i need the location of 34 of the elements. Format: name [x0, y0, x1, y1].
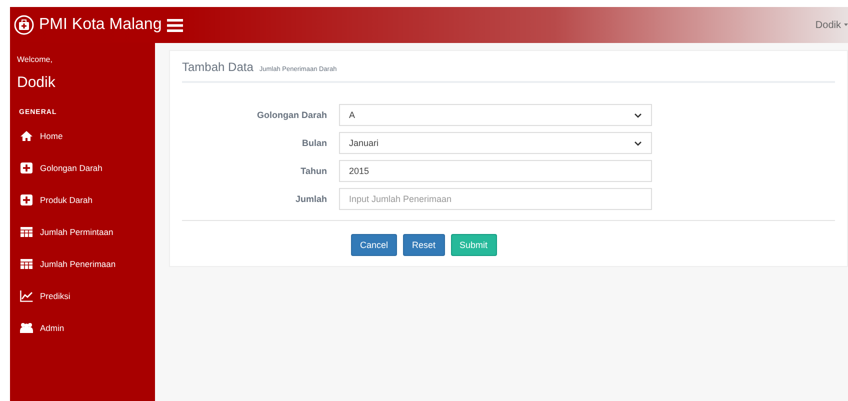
field-label: Bulan [300, 138, 328, 148]
users-icon [20, 322, 33, 334]
sidebar-item[interactable]: Prediksi [17, 280, 155, 312]
caret-icon[interactable] [844, 22, 848, 28]
sidebar-item[interactable]: Admin [17, 312, 155, 344]
select-field[interactable]: Januari [339, 132, 652, 154]
home-icon [20, 130, 33, 142]
sidebar-item[interactable]: Produk Darah [17, 184, 155, 216]
table-icon [20, 258, 33, 270]
brand-title[interactable]: PMI Kota Malang [39, 16, 162, 34]
input-field[interactable]: 2015 [339, 160, 652, 182]
input-field[interactable]: Input Jumlah Penerimaan [339, 188, 652, 210]
panel-title: Tambah Data [182, 60, 254, 74]
medical-kit-icon [14, 15, 34, 35]
user-menu[interactable]: Dodik [815, 20, 841, 30]
form-button[interactable]: Reset [403, 234, 445, 256]
chevron-icon [634, 112, 642, 118]
plus-square-icon [20, 162, 33, 174]
select-field[interactable]: A [339, 104, 652, 126]
line-chart-icon [20, 290, 33, 302]
sidebar-item[interactable]: Golongan Darah [17, 152, 155, 184]
sidebar-item[interactable]: Jumlah Penerimaan [17, 248, 155, 280]
field-label: Golongan Darah [256, 110, 328, 120]
plus-square-icon [20, 194, 33, 206]
field-label: Tahun [300, 166, 328, 176]
menu-icon[interactable] [167, 18, 183, 32]
table-icon [20, 226, 33, 238]
chevron-icon [634, 140, 642, 146]
sidebar-item[interactable]: Home [17, 120, 155, 152]
sidebar-item[interactable]: Jumlah Permintaan [17, 216, 155, 248]
field-label: Jumlah [294, 194, 328, 204]
user-name: Dodik [17, 74, 56, 91]
form-button[interactable]: Cancel [351, 234, 398, 256]
welcome-text: Welcome, [17, 55, 54, 64]
